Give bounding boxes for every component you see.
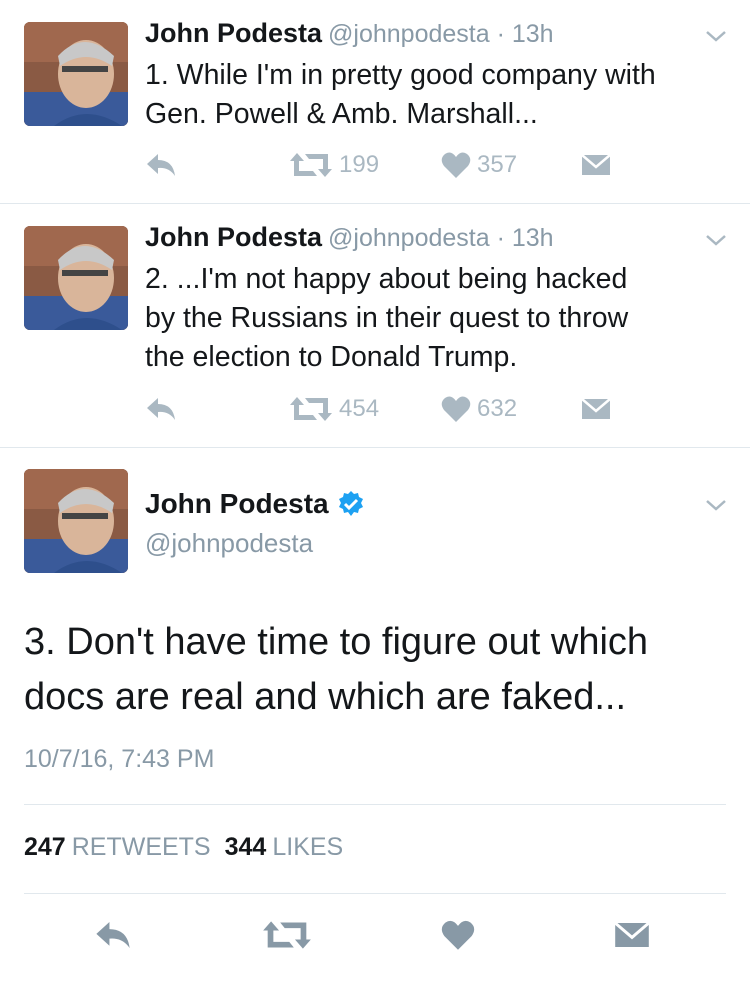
heart-icon: [441, 396, 471, 422]
author-handle[interactable]: @johnpodesta: [328, 224, 490, 252]
tweet-text-line: Gen. Powell & Amb. Marshall...: [145, 98, 538, 130]
divider: [24, 804, 726, 805]
author-handle[interactable]: @johnpodesta: [328, 20, 490, 48]
tweet-time[interactable]: 13h: [512, 224, 554, 252]
retweet-label[interactable]: RETWEETS: [72, 833, 211, 861]
avatar[interactable]: [24, 469, 128, 573]
retweet-button[interactable]: [262, 915, 312, 955]
chevron-down-icon[interactable]: [704, 28, 728, 44]
envelope-icon: [581, 398, 611, 419]
tweet-text: 1. While I'm in pretty good company with…: [145, 56, 725, 134]
envelope-icon: [581, 154, 611, 175]
avatar[interactable]: [24, 226, 128, 330]
reply-icon: [147, 154, 175, 176]
retweet-button[interactable]: 199: [289, 145, 379, 185]
retweet-count: 199: [339, 151, 380, 178]
author-name[interactable]: John Podesta: [145, 488, 329, 520]
avatar[interactable]: [24, 22, 128, 126]
retweet-icon: [263, 921, 311, 949]
heart-icon: [441, 152, 471, 178]
tweet-text-line: 1. While I'm in pretty good company with: [145, 59, 656, 91]
tweet-time[interactable]: 13h: [512, 20, 554, 48]
like-count: 357: [477, 151, 518, 178]
tweet-text-line: 3. Don't have time to figure out which: [24, 621, 649, 663]
envelope-icon: [614, 921, 650, 947]
reply-icon: [147, 398, 175, 420]
heart-icon: [441, 920, 475, 950]
retweet-icon: [290, 397, 332, 421]
retweet-icon: [290, 153, 332, 177]
reply-button[interactable]: [145, 145, 177, 185]
like-button[interactable]: [441, 915, 475, 955]
chevron-down-icon[interactable]: [704, 232, 728, 248]
reply-button[interactable]: [94, 915, 132, 955]
dm-button[interactable]: [581, 389, 611, 429]
author-handle[interactable]: @johnpodesta: [145, 528, 365, 559]
retweet-count[interactable]: 247: [24, 833, 66, 861]
dm-button[interactable]: [614, 915, 650, 955]
like-button[interactable]: 357: [441, 145, 517, 185]
tweet-text: 3. Don't have time to figure out which d…: [24, 615, 724, 725]
tweet-text-line: 2. ...I'm not happy about being hacked: [145, 263, 628, 295]
tweet-2[interactable]: John Podesta @johnpodesta · 13h 2. ...I'm…: [0, 204, 750, 448]
author-name[interactable]: John Podesta: [145, 222, 322, 252]
like-button[interactable]: 632: [441, 389, 517, 429]
verified-badge-icon: [338, 491, 363, 516]
chevron-down-icon[interactable]: [704, 497, 728, 513]
tweet-text-line: by the Russians in their quest to throw: [145, 302, 629, 334]
retweet-button[interactable]: 454: [289, 389, 379, 429]
retweet-count: 454: [339, 395, 380, 422]
tweet-1[interactable]: John Podesta @johnpodesta · 13h 1. While …: [0, 0, 750, 204]
like-label[interactable]: LIKES: [272, 833, 343, 861]
like-count[interactable]: 344: [225, 833, 267, 861]
reply-button[interactable]: [145, 389, 177, 429]
divider: [24, 893, 726, 894]
tweet-text-line: docs are real and which are faked...: [24, 676, 627, 718]
author-name[interactable]: John Podesta: [145, 18, 322, 48]
timestamp[interactable]: 10/7/16, 7:43 PM: [24, 745, 214, 774]
reply-icon: [96, 921, 130, 949]
dm-button[interactable]: [581, 145, 611, 185]
tweet-text: 2. ...I'm not happy about being hacked b…: [145, 260, 725, 377]
tweet-text-line: the election to Donald Trump.: [145, 341, 518, 373]
engagement-counts: 247 RETWEETS 344 LIKES: [24, 833, 357, 862]
like-count: 632: [477, 395, 518, 422]
